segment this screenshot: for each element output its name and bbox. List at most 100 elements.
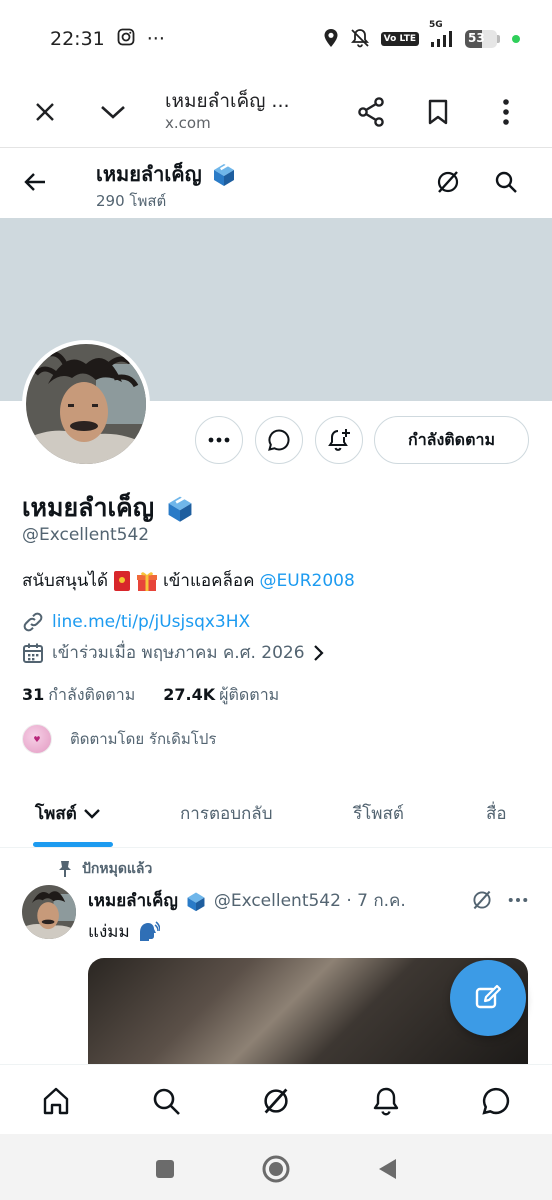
post-header: เหมยลำเค็ญ @Excellent542 · 7 ก.ค. [88, 887, 406, 914]
browser-url: x.com [165, 114, 211, 132]
system-navigation-bar [0, 1134, 552, 1200]
profile-name: เหมยลำเค็ญ [22, 488, 196, 528]
battery-indicator: 53 [465, 30, 500, 48]
more-horizontal-icon [208, 437, 230, 443]
chat-bubble-icon [268, 429, 290, 451]
website-link[interactable]: line.me/ti/p/jUsjsqx3HX [52, 612, 250, 632]
close-tab-button[interactable] [25, 92, 65, 132]
bio-text-1: สนับสนุนได้ [22, 571, 108, 591]
compose-icon [475, 984, 502, 1009]
back-system-button[interactable] [370, 1152, 404, 1186]
share-button[interactable] [351, 92, 391, 132]
followed-by[interactable]: ♥ ติดตามโดย รักเดิมโปร [22, 724, 216, 754]
calendar-icon [23, 643, 43, 663]
minimize-tab-button[interactable] [93, 92, 133, 132]
post-more-button[interactable] [498, 880, 538, 920]
nav-notifications[interactable] [366, 1081, 406, 1121]
arrow-left-icon [24, 173, 45, 191]
privacy-indicator [512, 35, 520, 43]
more-vertical-icon [503, 99, 509, 125]
followers-stat[interactable]: 27.4K ผู้ติดตาม [163, 683, 279, 708]
bottom-nav [0, 1064, 552, 1134]
message-button[interactable] [255, 416, 303, 464]
post-text-body: แง่มม [88, 922, 130, 942]
browser-menu-button[interactable] [486, 92, 526, 132]
ballot-box-emoji-icon [213, 164, 234, 186]
nav-home[interactable] [36, 1081, 76, 1121]
following-button[interactable]: กำลังติดตาม [374, 416, 529, 464]
square-icon [156, 1160, 174, 1178]
browser-page-title: เหมยลำเค็ญ ... [165, 90, 290, 112]
gift-emoji-icon [137, 571, 157, 591]
triangle-back-icon [379, 1159, 396, 1179]
tab-reposts[interactable]: รีโพสต์ [353, 800, 404, 827]
followers-label: ผู้ติดตาม [219, 685, 280, 704]
following-stat[interactable]: 31 กำลังติดตาม [22, 683, 135, 708]
post-meta: @Excellent542 · 7 ก.ค. [213, 891, 406, 911]
chevron-right-icon [313, 644, 324, 661]
nav-messages[interactable] [476, 1081, 516, 1121]
ballot-box-emoji-icon [187, 892, 205, 911]
profile-top-bar: เหมยลำเค็ญ 290 โพสต์ [0, 150, 552, 218]
profile-tabs: โพสต์ การตอบกลับ รีโพสต์ สื่อ [0, 778, 552, 848]
post-grok-button[interactable] [462, 880, 502, 920]
header-name-text: เหมยลำเค็ญ [96, 162, 202, 186]
joined-text: เข้าร่วมเมื่อ พฤษภาคม ค.ศ. 2026 [52, 643, 305, 663]
grok-icon [437, 171, 459, 193]
avatar-image [26, 344, 146, 464]
signal-icon: 5G [429, 20, 455, 48]
home-icon [43, 1087, 69, 1115]
volte-badge: Vo LTE [380, 32, 419, 46]
compose-post-button[interactable] [450, 960, 526, 1036]
network-type: 5G [429, 20, 443, 30]
follower-avatar: ♥ [22, 724, 52, 754]
tab-posts[interactable]: โพสต์ [35, 800, 101, 827]
following-label: กำลังติดตาม [48, 685, 136, 704]
bookmark-button[interactable] [418, 92, 458, 132]
tab-replies[interactable]: การตอบกลับ [180, 800, 273, 827]
tab-media[interactable]: สื่อ [486, 800, 507, 827]
bell-plus-icon [328, 429, 350, 451]
search-icon [153, 1088, 180, 1115]
nav-search[interactable] [146, 1081, 186, 1121]
profile-joined[interactable]: เข้าร่วมเมื่อ พฤษภาคม ค.ศ. 2026 [22, 639, 325, 666]
back-button[interactable] [15, 162, 55, 202]
bookmark-icon [428, 99, 448, 125]
home-system-button[interactable] [259, 1152, 293, 1186]
red-envelope-emoji-icon [114, 570, 130, 591]
active-tab-indicator [33, 842, 113, 847]
tab-posts-label: โพสต์ [35, 804, 77, 824]
bell-icon [373, 1087, 399, 1116]
grok-icon [473, 890, 491, 910]
profile-avatar[interactable] [22, 340, 150, 468]
recent-apps-button[interactable] [148, 1152, 182, 1186]
chat-bubble-icon [482, 1087, 510, 1115]
browser-toolbar: เหมยลำเค็ญ ... x.com [0, 78, 552, 148]
grok-button[interactable] [428, 162, 468, 202]
close-icon [36, 103, 54, 121]
grok-icon [264, 1088, 288, 1114]
header-profile-name: เหมยลำเค็ญ [96, 158, 238, 190]
mute-icon [349, 28, 371, 51]
search-profile-button[interactable] [486, 162, 526, 202]
pinned-indicator: ปักหมุดแล้ว [58, 858, 152, 880]
link-icon [23, 612, 43, 632]
post-text: แง่มม [88, 918, 160, 945]
bio-text-2: เข้าแอคล็อค [163, 571, 255, 591]
profile-handle: @Excellent542 [22, 525, 150, 545]
notify-button[interactable] [315, 416, 363, 464]
profile-bio: สนับสนุนได้ เข้าแอคล็อค @EUR2008 [22, 567, 355, 594]
chevron-down-icon [101, 106, 125, 119]
speaking-head-emoji-icon [139, 920, 160, 941]
chevron-down-icon [83, 808, 100, 819]
battery-level: 53 [468, 31, 485, 45]
post-author-name[interactable]: เหมยลำเค็ญ [88, 887, 178, 914]
bio-mention-link[interactable]: @EUR2008 [260, 571, 355, 591]
pin-icon [59, 861, 71, 877]
nav-grok[interactable] [256, 1081, 296, 1121]
followers-count: 27.4K [163, 685, 216, 704]
post-author-avatar[interactable] [22, 885, 76, 939]
more-options-button[interactable] [195, 416, 243, 464]
status-bar: 22:31 ··· Vo LTE 5G 53 [0, 0, 552, 78]
more-horizontal-icon [508, 898, 528, 902]
